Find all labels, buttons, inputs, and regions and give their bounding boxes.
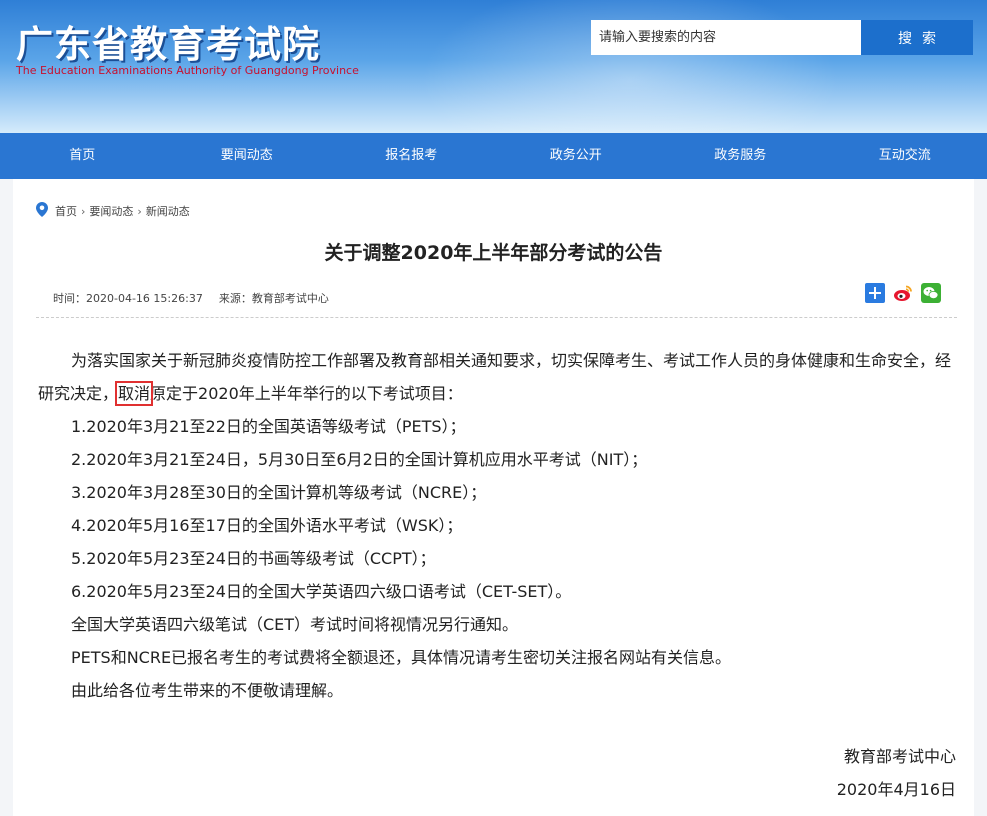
- breadcrumb-news[interactable]: 要闻动态: [89, 203, 133, 219]
- note-paragraph: PETS和NCRE已报名考生的考试费将全额退还，具体情况请考生密切关注报名网站有…: [71, 648, 732, 667]
- note-paragraph: 全国大学英语四六级笔试（CET）考试时间将视情况另行通知。: [71, 615, 519, 634]
- nav-item-news[interactable]: 要闻动态: [165, 133, 330, 179]
- intro-text-continued: 原定于2020年上半年举行的以下考试项目：: [150, 384, 463, 403]
- article-body: 为落实国家关于新冠肺炎疫情防控工作部署及教育部相关通知要求，切实保障考生、考试工…: [38, 344, 960, 707]
- list-item: 5.2020年5月23至24日的书画等级考试（CCPT）；: [71, 549, 436, 568]
- search-button[interactable]: 搜索: [861, 20, 973, 55]
- list-item: 2.2020年3月21至24日，5月30日至6月2日的全国计算机应用水平考试（N…: [71, 450, 648, 469]
- site-logo-subtitle: The Education Examinations Authority of …: [16, 64, 359, 77]
- breadcrumb-separator: ›: [137, 204, 142, 218]
- site-logo-title[interactable]: 广东省教育考试院: [16, 14, 320, 68]
- share-plus-icon[interactable]: [865, 283, 885, 303]
- nav-item-interaction[interactable]: 互动交流: [823, 133, 987, 179]
- list-item: 3.2020年3月28至30日的全国计算机等级考试（NCRE）；: [71, 483, 487, 502]
- highlighted-word: 取消: [115, 381, 154, 406]
- nav-item-registration[interactable]: 报名报考: [329, 133, 494, 179]
- breadcrumb-separator: ›: [81, 204, 86, 218]
- list-item: 1.2020年3月21至22日的全国英语等级考试（PETS）；: [71, 417, 466, 436]
- note-paragraph: 由此给各位考生带来的不便敬请理解。: [71, 681, 344, 700]
- breadcrumb-home[interactable]: 首页: [55, 203, 77, 219]
- article-meta: 时间：2020-04-16 15:26:37 来源：教育部考试中心: [53, 290, 329, 306]
- breadcrumb: 首页 › 要闻动态 › 新闻动态: [36, 202, 190, 220]
- page-side-left: [0, 179, 13, 816]
- wechat-icon[interactable]: [921, 283, 941, 303]
- page-side-right: [974, 179, 987, 816]
- article-signature-block: 教育部考试中心 2020年4月16日: [837, 740, 956, 806]
- article-signature: 教育部考试中心: [843, 747, 956, 766]
- location-pin-icon: [36, 202, 48, 220]
- breadcrumb-current[interactable]: 新闻动态: [146, 203, 190, 219]
- article-source: 来源：教育部考试中心: [218, 292, 329, 305]
- article-title: 关于调整2020年上半年部分考试的公告: [324, 242, 663, 264]
- article-time: 时间：2020-04-16 15:26:37: [53, 292, 203, 305]
- nav-item-government-affairs[interactable]: 政务公开: [494, 133, 659, 179]
- nav-item-home[interactable]: 首页: [0, 133, 165, 179]
- weibo-icon[interactable]: [893, 283, 913, 303]
- list-item: 6.2020年5月23至24日的全国大学英语四六级口语考试（CET-SET）。: [71, 582, 572, 601]
- list-item: 4.2020年5月16至17日的全国外语水平考试（WSK）；: [71, 516, 463, 535]
- search-input[interactable]: [591, 20, 861, 55]
- article-intro-paragraph: 为落实国家关于新冠肺炎疫情防控工作部署及教育部相关通知要求，切实保障考生、考试工…: [38, 344, 960, 410]
- nav-item-services[interactable]: 政务服务: [658, 133, 823, 179]
- site-header: 广东省教育考试院 The Education Examinations Auth…: [0, 0, 987, 133]
- meta-divider: [36, 317, 957, 318]
- main-nav: 首页 要闻动态 报名报考 政务公开 政务服务 互动交流: [0, 133, 987, 179]
- article-date: 2020年4月16日: [836, 780, 956, 799]
